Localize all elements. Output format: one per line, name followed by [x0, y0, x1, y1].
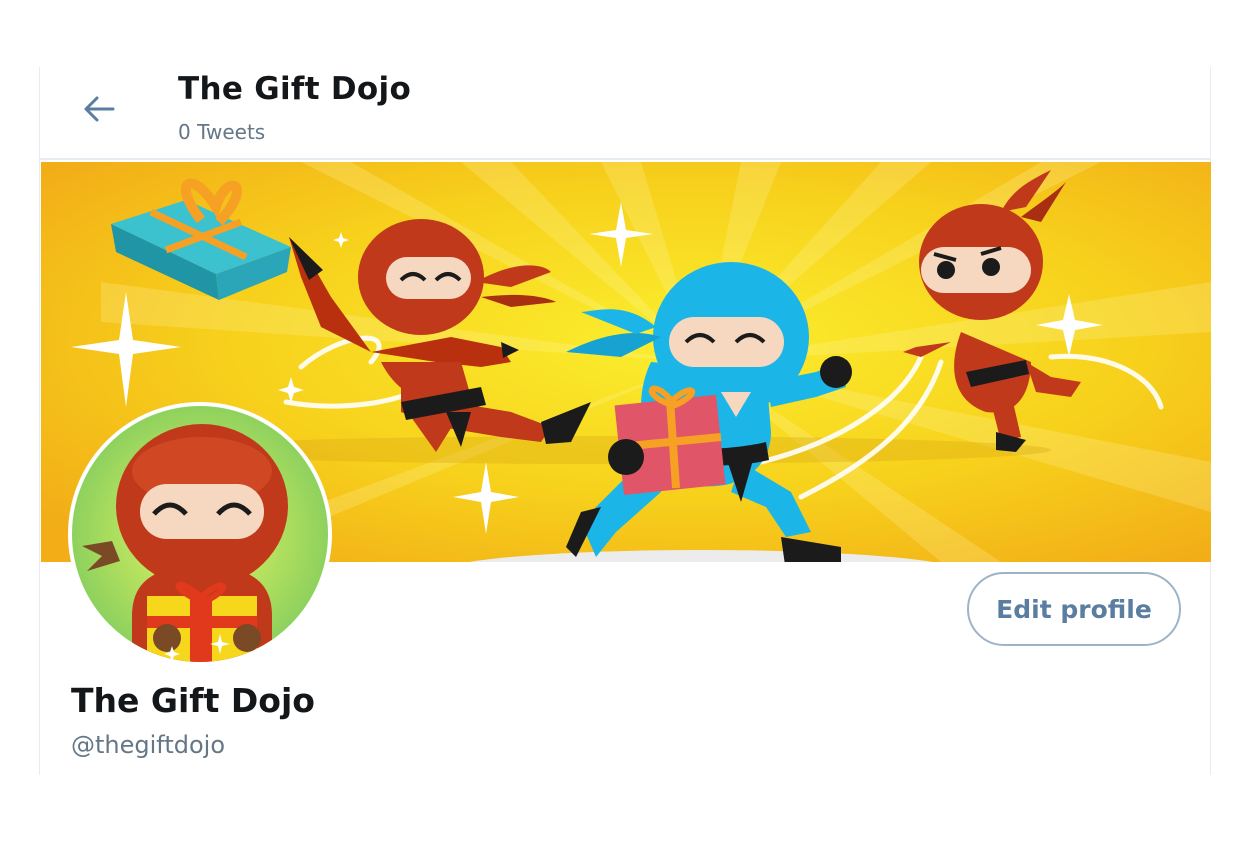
tweet-count: 0 Tweets: [178, 120, 266, 144]
header-title: The Gift Dojo: [178, 71, 412, 107]
profile-handle: @thegiftdojo: [71, 731, 225, 759]
back-button[interactable]: [80, 90, 118, 128]
profile-header-bar: The Gift Dojo 0 Tweets: [40, 67, 1210, 160]
profile-display-name: The Gift Dojo: [71, 681, 315, 720]
edit-profile-button[interactable]: Edit profile: [967, 572, 1181, 646]
profile-avatar[interactable]: [68, 402, 332, 666]
arrow-left-icon: [84, 96, 115, 122]
profile-column: The Gift Dojo 0 Tweets Edit profile The …: [39, 67, 1211, 775]
